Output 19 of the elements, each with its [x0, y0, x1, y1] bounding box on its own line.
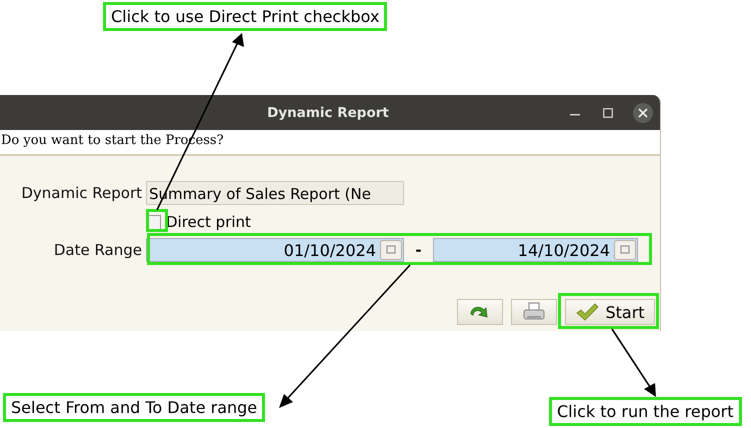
print-button[interactable]	[511, 299, 557, 325]
field-label: Date Range	[52, 241, 143, 259]
checkmark-icon	[575, 302, 600, 322]
callout-label: Click to run the report	[549, 397, 742, 426]
close-icon[interactable]	[633, 103, 653, 123]
field-label: Dynamic Report	[20, 184, 143, 202]
checkbox-label: Direct print	[166, 213, 251, 231]
refresh-button[interactable]	[457, 299, 503, 325]
minimize-icon[interactable]	[570, 114, 580, 116]
calendar-icon[interactable]	[380, 240, 402, 260]
callout-label: Click to use Direct Print checkbox	[103, 2, 388, 31]
range-separator: -	[414, 241, 423, 259]
callout-label: Select From and To Date range	[3, 393, 266, 422]
calendar-icon[interactable]	[614, 240, 636, 260]
maximize-icon[interactable]	[603, 108, 613, 118]
window-title: Dynamic Report	[267, 104, 389, 120]
printer-icon	[522, 302, 546, 322]
pointer-arrow	[611, 328, 656, 397]
start-button[interactable]: Start	[565, 299, 655, 325]
